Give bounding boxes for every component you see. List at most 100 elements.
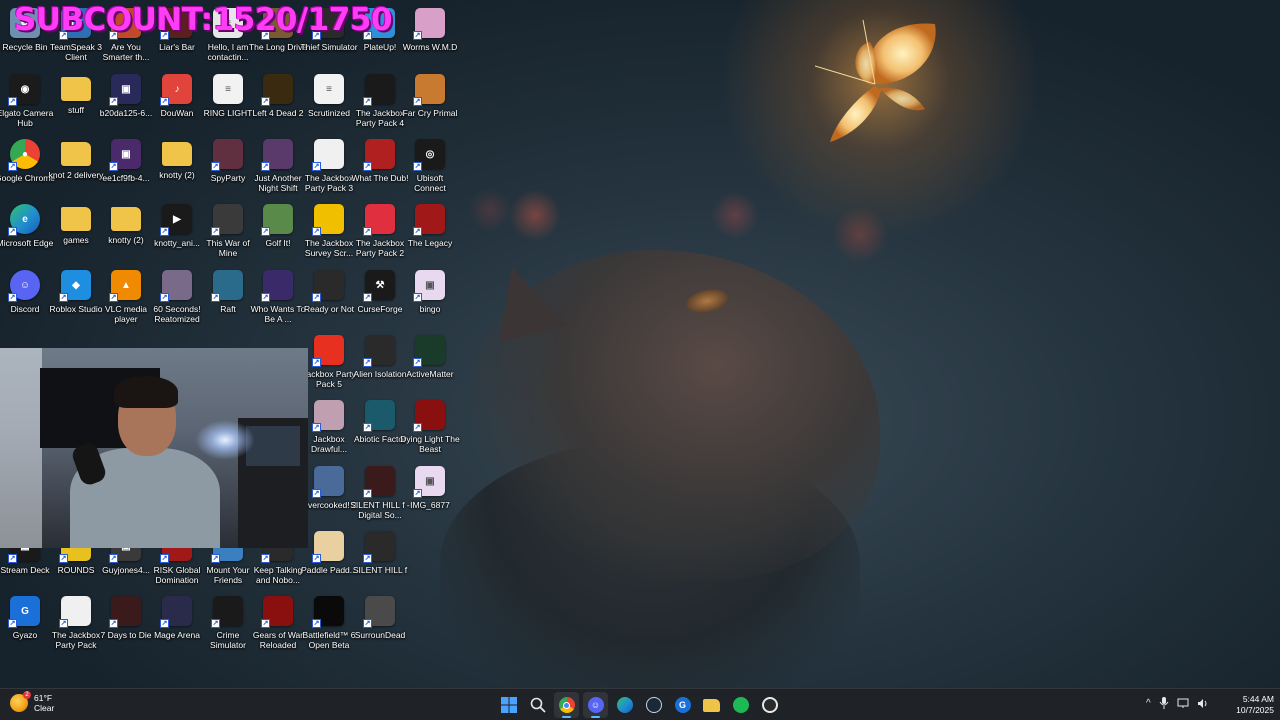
desktop-icon[interactable]: ↗ Overcooked! 2 bbox=[301, 460, 357, 510]
desktop-icon[interactable]: ↗ Abiotic Factor bbox=[354, 394, 406, 444]
desktop-icon[interactable]: ↗ Battlefield™ 6 Open Beta bbox=[303, 590, 355, 650]
taskbar-clock[interactable]: 5:44 AM 10/7/2025 bbox=[1222, 694, 1274, 716]
wallpaper-moth bbox=[815, 19, 936, 142]
desktop-icon[interactable]: ↗ Paddle Padd... bbox=[301, 525, 357, 575]
desktop-icon[interactable]: ↗ Gears of War Reloaded bbox=[252, 590, 304, 650]
shortcut-arrow-icon: ↗ bbox=[413, 423, 422, 432]
game-icon: ↗ bbox=[413, 74, 445, 106]
desktop-icon[interactable]: ↗ Ready or Not bbox=[303, 264, 355, 314]
vlc-icon: ▲ ↗ bbox=[109, 270, 141, 302]
taskbar-obs-button[interactable] bbox=[757, 692, 782, 718]
taskbar-file-explorer-button[interactable] bbox=[699, 692, 724, 718]
desktop-icon[interactable]: ◆ ↗ Roblox Studio bbox=[50, 264, 102, 314]
desktop-icon[interactable]: ↗ The Jackbox Party Pack bbox=[50, 590, 102, 650]
volume-icon[interactable] bbox=[1197, 698, 1209, 709]
game-icon: ↗ bbox=[413, 335, 445, 367]
taskbar-spotify-button[interactable] bbox=[728, 692, 753, 718]
desktop-icon[interactable]: ▣ ↗ ee1cf9fb-4... bbox=[100, 133, 152, 183]
desktop-icon[interactable]: ↗ Just Another Night Shift bbox=[252, 133, 304, 193]
desktop-icon[interactable]: ↗ ActiveMatter bbox=[404, 329, 456, 379]
game-icon: ↗ bbox=[59, 596, 91, 628]
shortcut-arrow-icon: ↗ bbox=[8, 227, 17, 236]
shortcut-arrow-icon: ↗ bbox=[363, 619, 372, 628]
desktop-icon[interactable]: e ↗ Microsoft Edge bbox=[0, 198, 53, 248]
desktop-icon[interactable]: ↗ Alien Isolation bbox=[354, 329, 406, 379]
desktop-icon[interactable]: games bbox=[50, 198, 102, 245]
taskbar-discord-button[interactable]: ☺ bbox=[583, 692, 608, 718]
taskbar-chrome-button[interactable] bbox=[554, 692, 579, 718]
desktop-icon[interactable]: ◉ ↗ Elgato Camera Hub bbox=[0, 68, 53, 128]
desktop-icon[interactable]: ↗ Golf It! bbox=[252, 198, 304, 248]
desktop-icon[interactable]: ↗ What The Dub! bbox=[351, 133, 409, 183]
desktop-icon[interactable]: knotty (2) bbox=[151, 133, 203, 180]
desktop-icon[interactable]: ● ↗ Google Chrome bbox=[0, 133, 55, 183]
shortcut-arrow-icon: ↗ bbox=[8, 554, 17, 563]
desktop-icon[interactable]: ↗ Jackbox Drawful... bbox=[303, 394, 355, 454]
desktop-icon[interactable]: ↗ Crime Simulator bbox=[202, 590, 254, 650]
game-icon: ↗ bbox=[363, 204, 395, 236]
desktop-icon[interactable]: ↗ Left 4 Dead 2 bbox=[252, 68, 304, 118]
chevron-up-icon[interactable]: ^ bbox=[1146, 698, 1151, 709]
taskbar-edge-button[interactable] bbox=[612, 692, 637, 718]
desktop-icon[interactable]: ↗ The Jackbox Party Pack 3 bbox=[303, 133, 355, 193]
desktop-icon[interactable]: ▣ ↗ IMG_6877 bbox=[404, 460, 456, 510]
desktop-icon[interactable]: ↗ The Legacy bbox=[404, 198, 456, 248]
desktop-icon[interactable]: ↗ Mage Arena bbox=[151, 590, 203, 640]
desktop-icon[interactable]: ↗ The Jackbox Survey Scr... bbox=[303, 198, 355, 258]
game-icon: ↗ bbox=[413, 204, 445, 236]
desktop-icon[interactable]: G ↗ Gyazo bbox=[0, 590, 51, 640]
game-icon: ↗ bbox=[363, 596, 395, 628]
desktop-icon[interactable]: ↗ 60 Seconds! Reatomized bbox=[151, 264, 203, 324]
taskbar-steam-button[interactable] bbox=[641, 692, 666, 718]
desktop-icon[interactable]: ↗ The Jackbox Party Pack 2 bbox=[354, 198, 406, 258]
desktop-icon[interactable]: ≡ RING LIGHT bbox=[202, 68, 254, 118]
desktop-icon[interactable]: ↗ 7 Days to Die bbox=[100, 590, 152, 640]
shortcut-arrow-icon: ↗ bbox=[8, 619, 17, 628]
desktop-icon[interactable]: ↗ SILENT HILL f - Digital So... bbox=[350, 460, 410, 520]
desktop-icon[interactable]: ▣ ↗ bingo bbox=[404, 264, 456, 314]
taskbar-gyazo-button[interactable]: G bbox=[670, 692, 695, 718]
folder-icon bbox=[61, 77, 91, 101]
shortcut-arrow-icon: ↗ bbox=[211, 619, 220, 628]
chrome-icon: ● ↗ bbox=[8, 139, 40, 171]
subcount-overlay: SUBCOUNT:1520/1750 bbox=[14, 2, 393, 38]
desktop-icon[interactable]: ▲ ↗ VLC media player bbox=[100, 264, 152, 324]
display-icon[interactable] bbox=[1177, 698, 1189, 709]
taskbar-search-button[interactable] bbox=[525, 692, 550, 718]
desktop-icon-label: Dying Light The Beast bbox=[400, 434, 460, 454]
shortcut-arrow-icon: ↗ bbox=[413, 227, 422, 236]
desktop-icon[interactable]: ♪ ↗ DouWan bbox=[151, 68, 203, 118]
desktop-icon[interactable]: ↗ SurrounDead bbox=[354, 590, 406, 640]
desktop-icon[interactable]: ↗ Jackbox Party Pack 5 bbox=[302, 329, 356, 389]
desktop-icon[interactable]: ↗ This War of Mine bbox=[202, 198, 254, 258]
image-icon: ▣↗ bbox=[109, 74, 141, 106]
mic-icon[interactable] bbox=[1159, 697, 1169, 709]
desktop-icon[interactable]: ☺ ↗ Discord bbox=[0, 264, 51, 314]
desktop-icon[interactable]: ↗ The Jackbox Party Pack 4 bbox=[354, 68, 406, 128]
weather-widget[interactable]: 2 61°F Clear bbox=[10, 691, 54, 713]
taskbar-start-button[interactable] bbox=[496, 692, 521, 718]
desktop-icon[interactable]: ↗ SpyParty bbox=[202, 133, 254, 183]
desktop-icon[interactable]: ↗ Dying Light The Beast bbox=[400, 394, 460, 454]
desktop-icon[interactable]: ≡ Scrutinized bbox=[303, 68, 355, 118]
desktop-icon[interactable]: ⚒ ↗ CurseForge bbox=[354, 264, 406, 314]
desktop-icon[interactable]: ◎ ↗ Ubisoft Connect bbox=[404, 133, 456, 193]
game-icon: ↗ bbox=[211, 270, 243, 302]
desktop-icon[interactable]: ▣ ↗ b20da125-6... bbox=[100, 68, 152, 118]
shortcut-arrow-icon: ↗ bbox=[312, 423, 321, 432]
desktop-icon[interactable]: ↗ SILENT HILL f bbox=[353, 525, 407, 575]
taskbar-pinned-apps: ☺ G bbox=[496, 692, 782, 718]
desktop-icon[interactable]: ↗ Far Cry Primal bbox=[403, 68, 457, 118]
desktop-icon-label: SurrounDead bbox=[354, 630, 406, 640]
desktop-icon[interactable]: ↗ Raft bbox=[202, 264, 254, 314]
desktop-icon[interactable]: ▶ ↗ knotty_ani... bbox=[151, 198, 203, 248]
desktop-icon[interactable]: ↗ Worms W.M.D bbox=[403, 2, 457, 52]
desktop-icon[interactable]: ↗ Who Wants To Be A ... bbox=[251, 264, 305, 324]
desktop-icon[interactable]: stuff bbox=[50, 68, 102, 115]
game-icon: ↗ bbox=[312, 139, 344, 171]
game-icon: ↗ bbox=[312, 596, 344, 628]
running-indicator bbox=[562, 716, 571, 718]
desktop-icon[interactable]: knot 2 delivery bbox=[49, 133, 103, 180]
shortcut-arrow-icon: ↗ bbox=[59, 554, 68, 563]
desktop-icon[interactable]: knotty (2) bbox=[100, 198, 152, 245]
